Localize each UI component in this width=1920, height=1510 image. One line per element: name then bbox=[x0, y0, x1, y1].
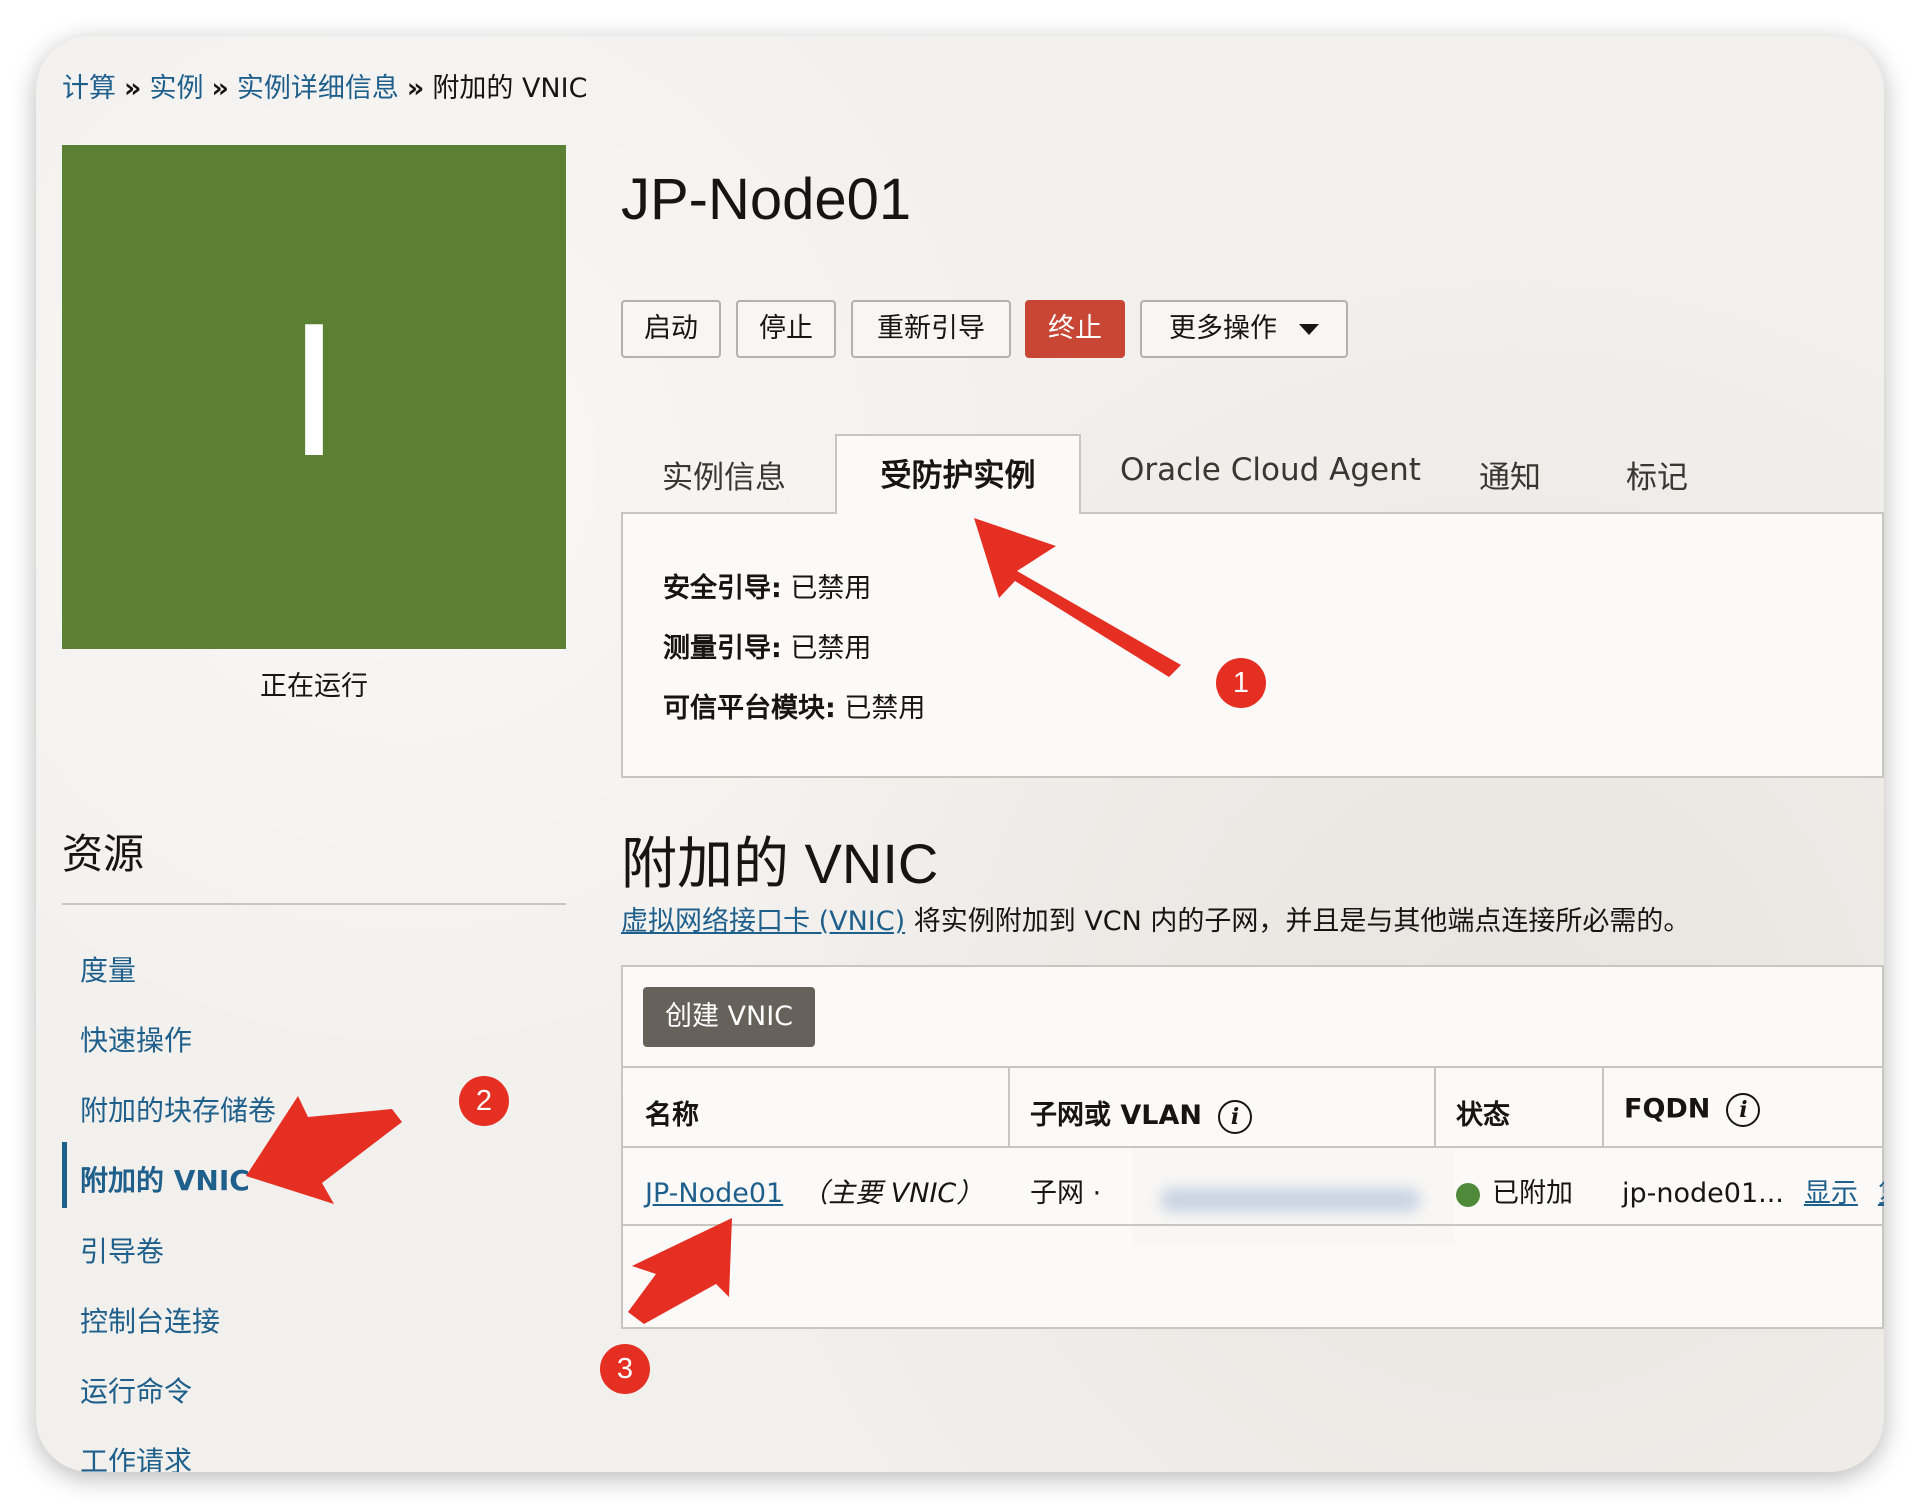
annotation-marker-2: 2 bbox=[459, 1076, 509, 1126]
annotation-arrows bbox=[246, 518, 1181, 1324]
annotation-marker-1: 1 bbox=[1216, 658, 1266, 708]
arrow-to-shielded-tab bbox=[974, 518, 1181, 677]
arrow-to-vnic-sidebar bbox=[246, 1096, 402, 1204]
annotation-marker-3: 3 bbox=[600, 1344, 650, 1394]
console-window: 计算» 实例» 实例详细信息» 附加的 VNIC I 正在运行 资源 度量 快速操作 … bbox=[36, 36, 1884, 1472]
arrow-to-vnic-name bbox=[628, 1218, 732, 1324]
